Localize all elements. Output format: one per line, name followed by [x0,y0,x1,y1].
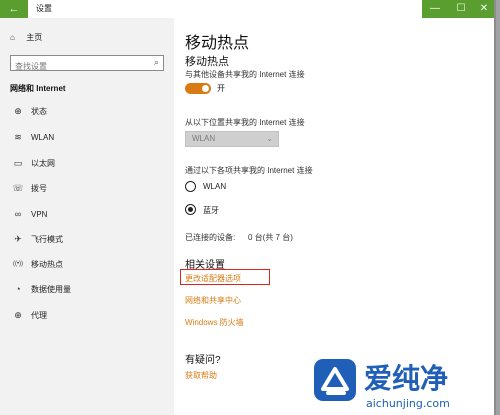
close-button[interactable]: ✕ [474,0,494,18]
maximize-button[interactable]: ☐ [448,0,474,18]
sidebar-item-vpn[interactable]: ∞ VPN [0,203,174,225]
sidebar-item-label: 以太网 [31,158,55,168]
network-sharing-center-link[interactable]: 网络和共享中心 [185,295,241,306]
radio-bluetooth[interactable] [185,204,196,215]
main-content: 移动热点 移动热点 与其他设备共享我的 Internet 连接 开 从以下位置共… [174,18,494,415]
back-button[interactable]: ← [0,0,28,18]
watermark-url: aichunjing.com [366,397,450,410]
search-icon[interactable]: ⌕ [154,57,159,68]
toggle-knob [202,85,209,92]
sidebar-item-airplane-mode[interactable]: ✈ 飞行模式 [0,228,174,250]
sidebar-home-label: 主页 [26,33,43,42]
page-title: 移动热点 [185,35,250,52]
sidebar-item-ethernet[interactable]: ▭ 以太网 [0,152,174,174]
phone-icon: ☏ [12,182,24,193]
share-from-label: 从以下位置共享我的 Internet 连接 [185,118,305,127]
connected-devices-label: 已连接的设备: [185,233,236,242]
share-over-label: 通过以下各项共享我的 Internet 连接 [185,166,313,175]
share-from-value: WLAN [192,134,216,143]
title-bar: ← 设置 — ☐ ✕ [0,0,494,19]
minimize-button[interactable]: — [422,0,448,18]
airplane-icon: ✈ [14,233,22,244]
sidebar-item-label: 移动热点 [31,259,63,269]
watermark-logo-icon [321,367,349,395]
settings-window: ← 设置 — ☐ ✕ ⌂ 主页 ⌕ 网络和 Internet ⊕ 状态 ≋ WL… [0,0,496,415]
hotspot-heading: 移动热点 [185,56,229,68]
data-usage-icon: ◔ [15,284,21,294]
sidebar-section-title: 网络和 Internet [10,84,66,93]
radio-wlan-label[interactable]: WLAN [203,182,226,191]
sidebar-item-label: 飞行模式 [31,234,63,244]
home-icon: ⌂ [10,33,15,42]
sidebar: ⌂ 主页 ⌕ 网络和 Internet ⊕ 状态 ≋ WLAN ▭ 以太网 ☏ … [0,18,174,415]
question-heading: 有疑问? [185,355,221,366]
sidebar-item-label: VPN [31,209,48,219]
sidebar-item-label: 代理 [31,310,47,320]
chevron-down-icon: ⌄ [266,134,273,143]
wifi-icon: ≋ [14,131,22,142]
sidebar-item-label: 数据使用量 [31,284,71,294]
sidebar-item-label: 拨号 [31,183,47,193]
globe-icon: ⊕ [14,105,22,116]
change-adapter-options-link[interactable]: 更改适配器选项 [185,273,241,284]
get-help-link[interactable]: 获取帮助 [185,370,217,381]
radio-bluetooth-label[interactable]: 蓝牙 [203,205,219,216]
sidebar-item-label: WLAN [31,132,55,142]
windows-firewall-link[interactable]: Windows 防火墙 [185,317,244,328]
search-box[interactable]: ⌕ [10,55,164,74]
sidebar-item-status[interactable]: ⊕ 状态 [0,100,174,122]
sidebar-item-mobile-hotspot[interactable]: ((•)) 移动热点 [0,253,174,275]
radio-wlan[interactable] [185,181,196,192]
share-description: 与其他设备共享我的 Internet 连接 [185,70,305,79]
watermark-text: 爱纯净 [364,362,449,395]
vpn-icon: ∞ [14,209,22,219]
share-from-select[interactable]: WLAN ⌄ [185,131,279,147]
sidebar-home[interactable]: ⌂ 主页 [10,32,42,43]
hotspot-toggle[interactable] [185,83,211,94]
sidebar-item-dialup[interactable]: ☏ 拨号 [0,177,174,199]
watermark-logo [314,359,356,401]
window-title: 设置 [36,4,52,13]
sidebar-item-label: 状态 [31,106,47,116]
search-input[interactable] [11,59,145,74]
toggle-state-label: 开 [217,84,225,93]
sidebar-item-data-usage[interactable]: ◔ 数据使用量 [0,278,174,300]
proxy-icon: ⊕ [14,309,22,320]
monitor-icon: ▭ [13,157,23,168]
sidebar-item-proxy[interactable]: ⊕ 代理 [0,304,174,326]
connected-devices-value: 0 台(共 7 台) [248,233,293,242]
hotspot-icon: ((•)) [12,261,24,267]
sidebar-item-wlan[interactable]: ≋ WLAN [0,126,174,148]
watermark: 爱纯净 aichunjing.com [312,357,500,415]
